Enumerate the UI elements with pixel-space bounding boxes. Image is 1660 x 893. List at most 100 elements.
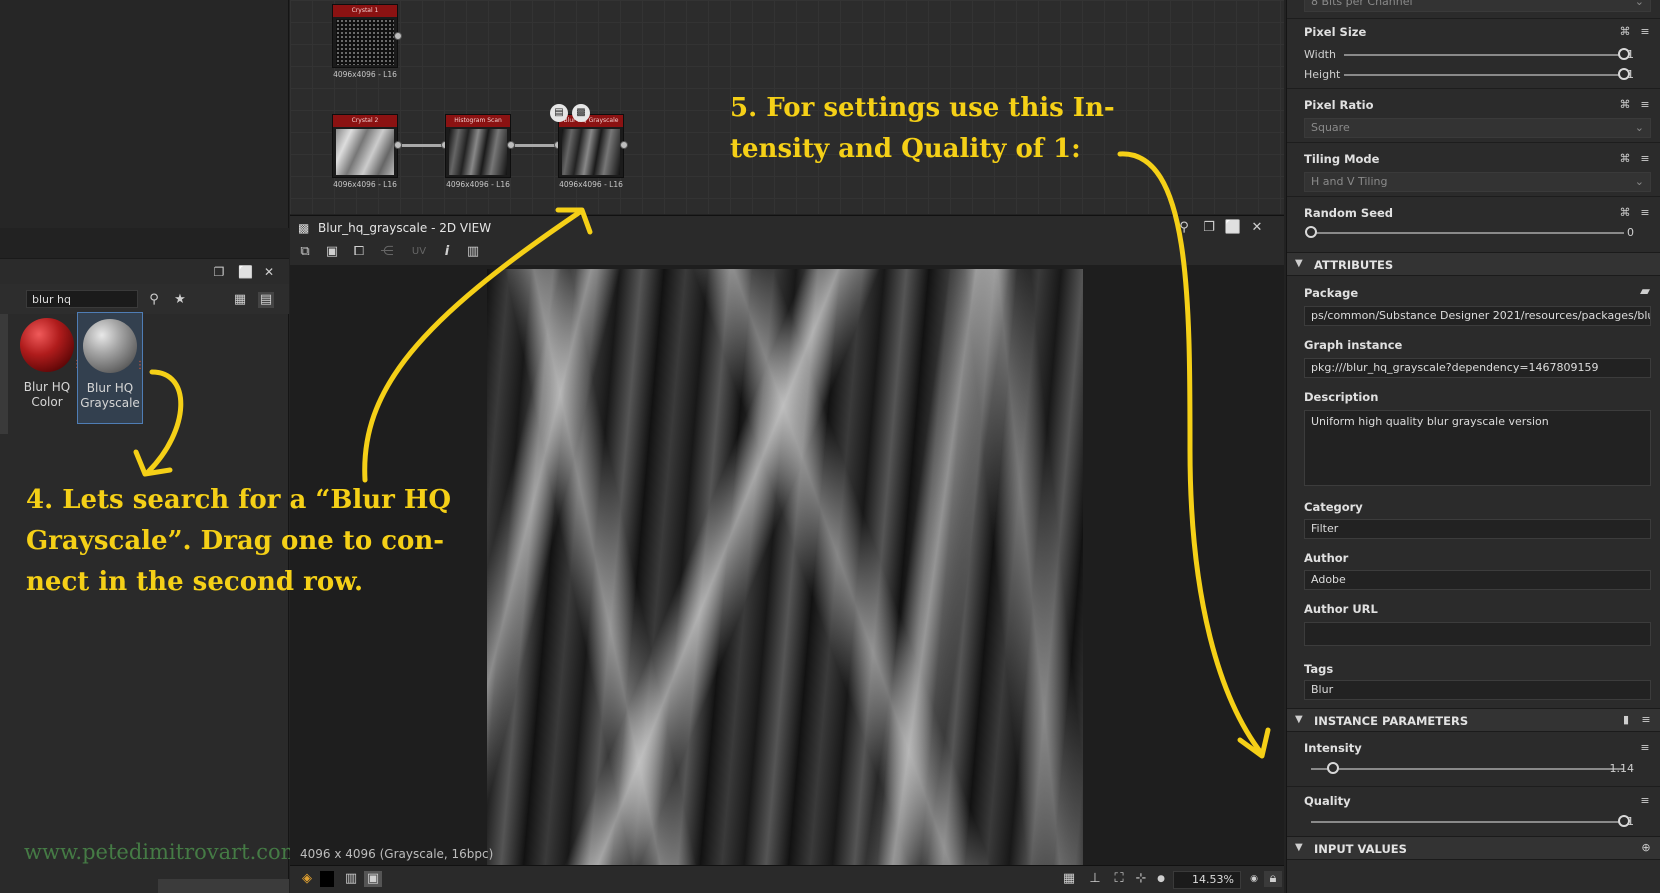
pin-icon[interactable]: ⚲ bbox=[1175, 220, 1193, 236]
intensity-slider[interactable] bbox=[1311, 768, 1624, 770]
color-view-icon[interactable]: ▣ bbox=[364, 871, 382, 887]
library-item-blur-hq-grayscale[interactable]: ⋮ Blur HQ Grayscale bbox=[77, 312, 145, 424]
random-seed-slider[interactable] bbox=[1311, 232, 1624, 234]
category-field[interactable]: Filter bbox=[1304, 519, 1651, 539]
close-icon[interactable]: ✕ bbox=[262, 265, 276, 279]
close-icon[interactable]: ✕ bbox=[1248, 220, 1266, 236]
library-search-input[interactable] bbox=[26, 290, 138, 308]
menu-icon[interactable]: ≡ bbox=[1638, 206, 1652, 220]
annotation-step-4: 4. Lets search for a “Blur HQ Grayscale”… bbox=[26, 485, 452, 597]
graph-instance-field[interactable]: pkg:///blur_hq_grayscale?dependency=1467… bbox=[1304, 358, 1651, 378]
chevron-down-icon: ⌄ bbox=[1634, 121, 1644, 134]
format-combo[interactable]: 8 Bits per Channel ⌄ bbox=[1304, 0, 1651, 12]
node-size-label: 4096x4096 - L16 bbox=[559, 180, 623, 189]
library-item-label: Blur HQ bbox=[23, 380, 71, 394]
node-histogram-scan[interactable]: Histogram Scan bbox=[445, 114, 511, 178]
maximize-icon[interactable]: ⬜ bbox=[238, 265, 253, 279]
menu-icon[interactable]: ≡ bbox=[1638, 794, 1652, 808]
preset-icon[interactable]: ▮ bbox=[1617, 713, 1635, 727]
package-label: Package bbox=[1304, 286, 1359, 300]
divider bbox=[1287, 786, 1660, 787]
layers-color-icon[interactable]: ◈ bbox=[298, 871, 316, 887]
node-title: Crystal 1 bbox=[333, 5, 397, 17]
fit-icon[interactable]: ⛶ bbox=[1110, 871, 1128, 887]
random-seed-knob[interactable] bbox=[1305, 226, 1317, 238]
link-icon[interactable]: ⌘ bbox=[1616, 98, 1634, 112]
author-field[interactable]: Adobe bbox=[1304, 570, 1651, 590]
copy-icon[interactable]: ⧠ bbox=[350, 244, 368, 260]
menu-icon[interactable]: ≡ bbox=[1639, 713, 1653, 727]
filter-icon[interactable]: ⚲ bbox=[146, 292, 162, 308]
height-label: Height bbox=[1304, 68, 1341, 81]
layers-icon[interactable]: ⧉ bbox=[296, 244, 314, 260]
list-view-icon[interactable]: ▤ bbox=[258, 292, 274, 308]
output-port[interactable] bbox=[507, 141, 515, 149]
chevron-down-icon: ▼ bbox=[1295, 714, 1303, 725]
tiling-mode-combo[interactable]: H and V Tiling ⌄ bbox=[1304, 172, 1651, 192]
node-blur-hq-grayscale[interactable]: Blur HQ Grayscale bbox=[558, 114, 624, 178]
menu-icon[interactable]: ≡ bbox=[1638, 25, 1652, 39]
attributes-section-header[interactable]: ▼ ATTRIBUTES bbox=[1287, 252, 1660, 276]
zoom-out-icon[interactable]: ● bbox=[1152, 871, 1170, 887]
star-icon[interactable]: ★ bbox=[172, 292, 188, 308]
add-icon[interactable]: ⊕ bbox=[1639, 841, 1653, 855]
menu-icon[interactable]: ≡ bbox=[1638, 98, 1652, 112]
tags-field[interactable]: Blur bbox=[1304, 680, 1651, 700]
node-thumbnail bbox=[336, 129, 394, 175]
link-icon[interactable]: ⌘ bbox=[1616, 206, 1634, 220]
description-field[interactable]: Uniform high quality blur grayscale vers… bbox=[1304, 410, 1651, 486]
grid-icon[interactable]: ▦ bbox=[1060, 871, 1078, 887]
folder-icon[interactable]: ▰ bbox=[1638, 284, 1652, 299]
width-slider[interactable] bbox=[1344, 54, 1624, 56]
link-icon[interactable]: ⌘ bbox=[1616, 25, 1634, 39]
quality-slider[interactable] bbox=[1311, 821, 1624, 823]
output-port[interactable] bbox=[394, 141, 402, 149]
input-values-section-header[interactable]: ▼ INPUT VALUES ⊕ bbox=[1287, 836, 1660, 860]
pixel-size-label: Pixel Size bbox=[1304, 25, 1367, 39]
explorer-panel bbox=[0, 0, 289, 228]
library-scrollbar[interactable] bbox=[0, 314, 8, 434]
link-icon[interactable]: ⌘ bbox=[1616, 152, 1634, 166]
info-icon[interactable]: i bbox=[438, 244, 456, 260]
node-crystal-1[interactable]: Crystal 1 bbox=[332, 4, 398, 68]
library-search-row: ⚲ ★ ▦ ▤ bbox=[0, 284, 289, 314]
save-icon[interactable]: ▣ bbox=[323, 244, 341, 260]
menu-icon[interactable]: ≡ bbox=[1638, 152, 1652, 166]
center-icon[interactable]: ⊹ bbox=[1132, 871, 1150, 887]
intensity-slider-knob[interactable] bbox=[1326, 762, 1339, 774]
package-field[interactable]: ps/common/Substance Designer 2021/resour… bbox=[1304, 306, 1651, 326]
lock-icon[interactable]: 🔒︎ bbox=[1264, 871, 1282, 887]
align-icon[interactable]: ⊥ bbox=[1086, 871, 1104, 887]
node-crystal-2[interactable]: Crystal 2 bbox=[332, 114, 398, 178]
author-url-field[interactable] bbox=[1304, 622, 1651, 646]
chevron-down-icon: ⌄ bbox=[1634, 0, 1644, 8]
menu-icon[interactable]: ≡ bbox=[1638, 741, 1652, 755]
zoom-field[interactable]: 14.53% bbox=[1173, 871, 1241, 889]
format-combo-value: 8 Bits per Channel bbox=[1311, 0, 1413, 8]
zoom-in-icon[interactable]: ◉ bbox=[1245, 871, 1263, 887]
output-port[interactable] bbox=[394, 32, 402, 40]
height-slider[interactable] bbox=[1344, 74, 1624, 76]
description-label: Description bbox=[1304, 390, 1379, 404]
width-label: Width bbox=[1304, 48, 1336, 61]
checker-icon: ▩ bbox=[298, 221, 310, 235]
pixel-ratio-value: Square bbox=[1311, 121, 1350, 134]
library-horizontal-scrollbar[interactable] bbox=[158, 879, 289, 893]
restore-icon[interactable]: ❐ bbox=[212, 265, 226, 279]
histogram-icon[interactable]: ▥ bbox=[464, 244, 482, 260]
output-port[interactable] bbox=[620, 141, 628, 149]
restore-icon[interactable]: ❐ bbox=[1200, 220, 1218, 236]
columns-icon[interactable]: ▥ bbox=[342, 871, 360, 887]
divider bbox=[1287, 142, 1660, 143]
uv-dropdown[interactable]: UV bbox=[404, 244, 434, 260]
library-item-blur-hq-color[interactable]: ⋮ Blur HQ Color bbox=[14, 312, 82, 424]
checker-icon[interactable]: ▩ bbox=[572, 104, 590, 122]
grid-view-icon[interactable]: ▦ bbox=[232, 292, 248, 308]
width-value: 1 bbox=[1627, 48, 1634, 61]
document-icon[interactable]: ▤ bbox=[550, 104, 568, 122]
category-label: Category bbox=[1304, 500, 1363, 514]
pixel-ratio-combo[interactable]: Square ⌄ bbox=[1304, 118, 1651, 138]
maximize-icon[interactable]: ⬜ bbox=[1224, 220, 1242, 236]
instance-parameters-section-header[interactable]: ▼ INSTANCE PARAMETERS ▮ ≡ bbox=[1287, 708, 1660, 732]
black-swatch-icon[interactable] bbox=[320, 871, 334, 887]
